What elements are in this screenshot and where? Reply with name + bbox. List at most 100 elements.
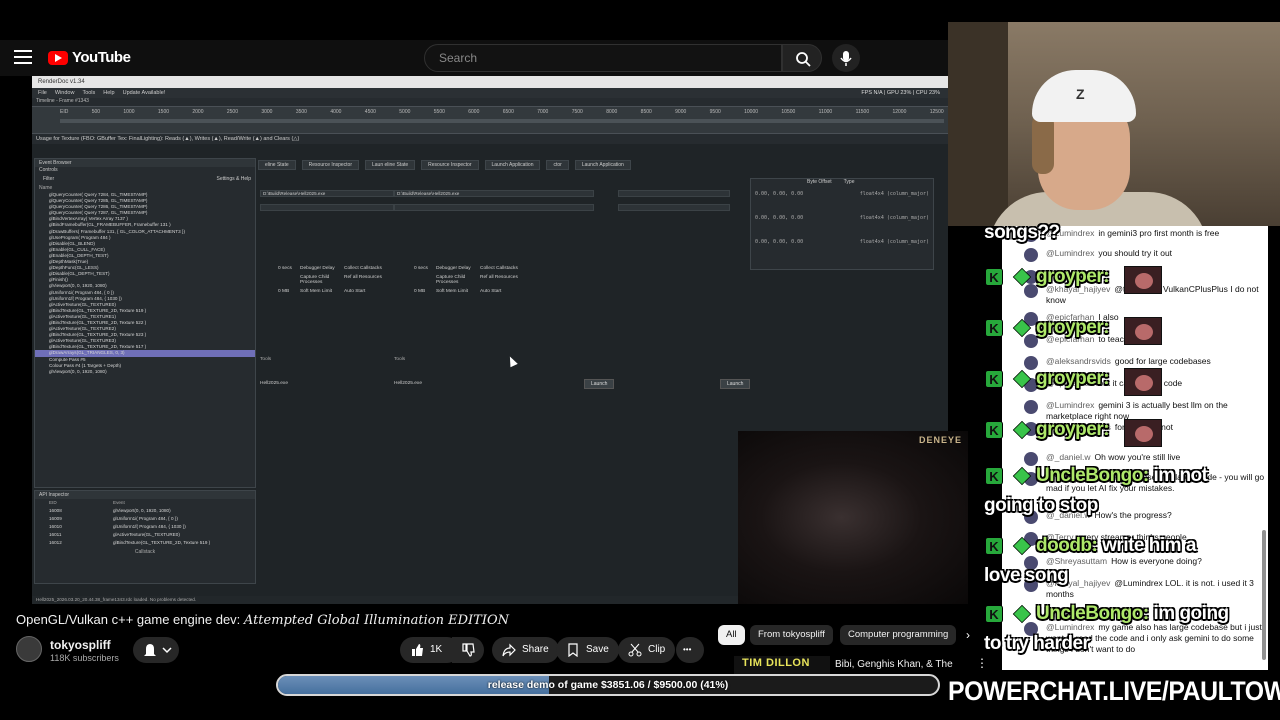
recommended-title[interactable]: Bibi, Genghis Khan, & The [835,659,953,670]
voice-search-button[interactable] [832,44,860,72]
panel-tab[interactable]: ctor [546,160,569,170]
launch-button-2[interactable]: Launch [720,379,751,389]
chip-from-channel[interactable]: From tokyospliff [750,625,833,645]
api-row[interactable]: 16011 glActiveTexture(GL_TEXTURE0) [35,531,255,539]
chat-username[interactable]: @_daniel.w [1046,452,1091,462]
timeline-tick: 10500 [781,109,796,115]
mem-value-2[interactable]: 0 MB [414,289,436,294]
app-titlebar: RenderDoc v1.34 [32,76,948,88]
chat-scrollbar[interactable] [1262,530,1266,660]
panel-tab[interactable]: Launch Application [484,160,541,170]
event-row[interactable]: glViewport(0, 0, 1920, 1080) [35,369,255,375]
overlay-message: write him a [1102,535,1196,556]
chat-text: you should try it out [1098,248,1173,258]
exe-path-field[interactable]: D:\Build\Release\Hell2025.exe [260,190,394,197]
capture-child-option-2[interactable]: Capture Child Processes [436,275,480,285]
recommended-thumbnail[interactable]: TIM DILLON [734,656,830,676]
panel-tab[interactable]: Laun eline State [365,160,416,170]
event-browser-title: Event Browser [35,159,255,167]
delay-value-2[interactable]: 0 secs [414,266,436,271]
chip-all[interactable]: All [718,625,745,645]
dislike-button[interactable] [452,637,484,663]
panel-tab[interactable]: eline State [258,160,296,170]
tool-label: Tools [260,357,272,362]
webcam-label: DENEYE [918,435,962,445]
ref-resources-option-2[interactable]: Ref all Resources [480,275,526,285]
panel-tab[interactable]: Resource Inspector [301,160,359,170]
overlay-username: UncleBongo: [1036,603,1149,624]
chat-avatar[interactable] [1024,452,1038,466]
collect-callstacks-option-2[interactable]: Collect Callstacks [480,266,526,271]
overlay-chat-line: UncleBongo: im going [1036,603,1229,625]
more-actions-button[interactable]: ••• [676,637,704,663]
search-button[interactable] [782,44,822,72]
chevron-right-icon[interactable]: › [966,628,970,642]
more-vert-icon[interactable]: ⋮ [976,656,988,670]
channel-avatar[interactable] [16,636,42,662]
ref-resources-option[interactable]: Ref all Resources [344,275,390,285]
exe-name: Hell2025.exe [260,381,289,386]
debugger-delay-option[interactable]: Debugger Delay [300,266,344,271]
buffer-row-1: 0.00, 0.00, 0.00 float4x4 (column_major) [751,187,933,197]
chat-username[interactable]: @Lumindrex [1046,248,1094,258]
chat-username[interactable]: @aleksandrsvids [1046,356,1111,366]
working-dir-field-2[interactable] [394,204,594,211]
exe-path-field-2[interactable]: D:\Build\Release\Hell2025.exe [394,190,594,197]
delay-value[interactable]: 0 secs [278,266,300,271]
like-button[interactable]: 1K [400,637,460,663]
overlay-message: im not [1153,465,1209,486]
soft-mem-option[interactable]: Soft Mem Limit [300,289,344,294]
settings-help-label[interactable]: Settings & Help [217,176,251,185]
notification-bell-button[interactable] [133,637,179,663]
api-row[interactable]: 16008 glViewport(0, 0, 1920, 1080) [35,507,255,515]
chat-message: @aleksandrsvids good for large codebases [1002,356,1268,370]
search-input[interactable]: Search [424,44,782,72]
timeline-tick: 12000 [892,109,907,115]
youtube-logo[interactable]: YouTube [48,49,131,66]
capture-options-2: 0 secs Debugger Delay Collect Callstacks… [414,266,526,294]
menu-file: File [38,90,47,96]
collect-callstacks-option[interactable]: Collect Callstacks [344,266,390,271]
timeline-tick: 2000 [192,109,204,115]
capture-options: 0 secs Debugger Delay Collect Callstacks… [278,266,390,294]
auto-start-option-2[interactable]: Auto Start [480,289,526,294]
clip-button[interactable]: Clip [618,637,676,663]
name-header: Name [39,185,53,191]
auto-start-option[interactable]: Auto Start [344,289,390,294]
soft-mem-option-2[interactable]: Soft Mem Limit [436,289,480,294]
video-title-plain: OpenGL/Vulkan c++ game engine dev: [16,612,244,627]
api-row[interactable]: 16012 glBindTexture(GL_TEXTURE_2D, Textur… [35,539,255,547]
share-icon [502,643,516,657]
menu-icon[interactable] [14,50,32,66]
capture-child-option[interactable]: Capture Child Processes [300,275,344,285]
mem-value[interactable]: 0 MB [278,289,300,294]
panel-tab[interactable]: Resource Inspector [421,160,479,170]
chip-computer-programming[interactable]: Computer programming [840,625,957,645]
chat-username[interactable]: @Lumindrex [1046,400,1094,410]
save-button[interactable]: Save [556,637,619,663]
api-header-event: Event [113,500,125,505]
bell-icon [144,644,172,656]
panel-tab[interactable]: Launch Application [574,160,631,170]
chat-avatar[interactable] [1024,248,1038,262]
buffer-type-2: float4x4 (column_major) [859,215,929,221]
launch-button[interactable]: Launch [584,379,615,389]
chat-text: How is everyone doing? [1111,556,1202,566]
thumbs-up-icon [412,644,423,656]
buffer-row-2: 0.00, 0.00, 0.00 float4x4 (column_major) [751,197,933,221]
working-dir-field[interactable] [260,204,394,211]
exe-path-field-3[interactable] [618,190,730,197]
kick-badge-icon: K [985,319,1003,337]
kick-badge-icon: K [985,370,1003,388]
api-row[interactable]: 16010 glUniform1f( Program 484, { 1030 }) [35,523,255,531]
channel-name[interactable]: tokyospliff [50,638,111,652]
timeline-tick: 1500 [157,109,170,115]
debugger-delay-option-2[interactable]: Debugger Delay [436,266,480,271]
filter-label[interactable]: Filter [43,176,54,185]
share-button[interactable]: Share [492,637,559,663]
overlay-message: im going [1153,603,1230,624]
api-row[interactable]: 16009 glUniform1i( Program 484, { 0 }) [35,515,255,523]
chat-avatar[interactable] [1024,400,1038,414]
working-dir-field-3[interactable] [618,204,730,211]
overlay-username: groyper: [1036,368,1110,389]
